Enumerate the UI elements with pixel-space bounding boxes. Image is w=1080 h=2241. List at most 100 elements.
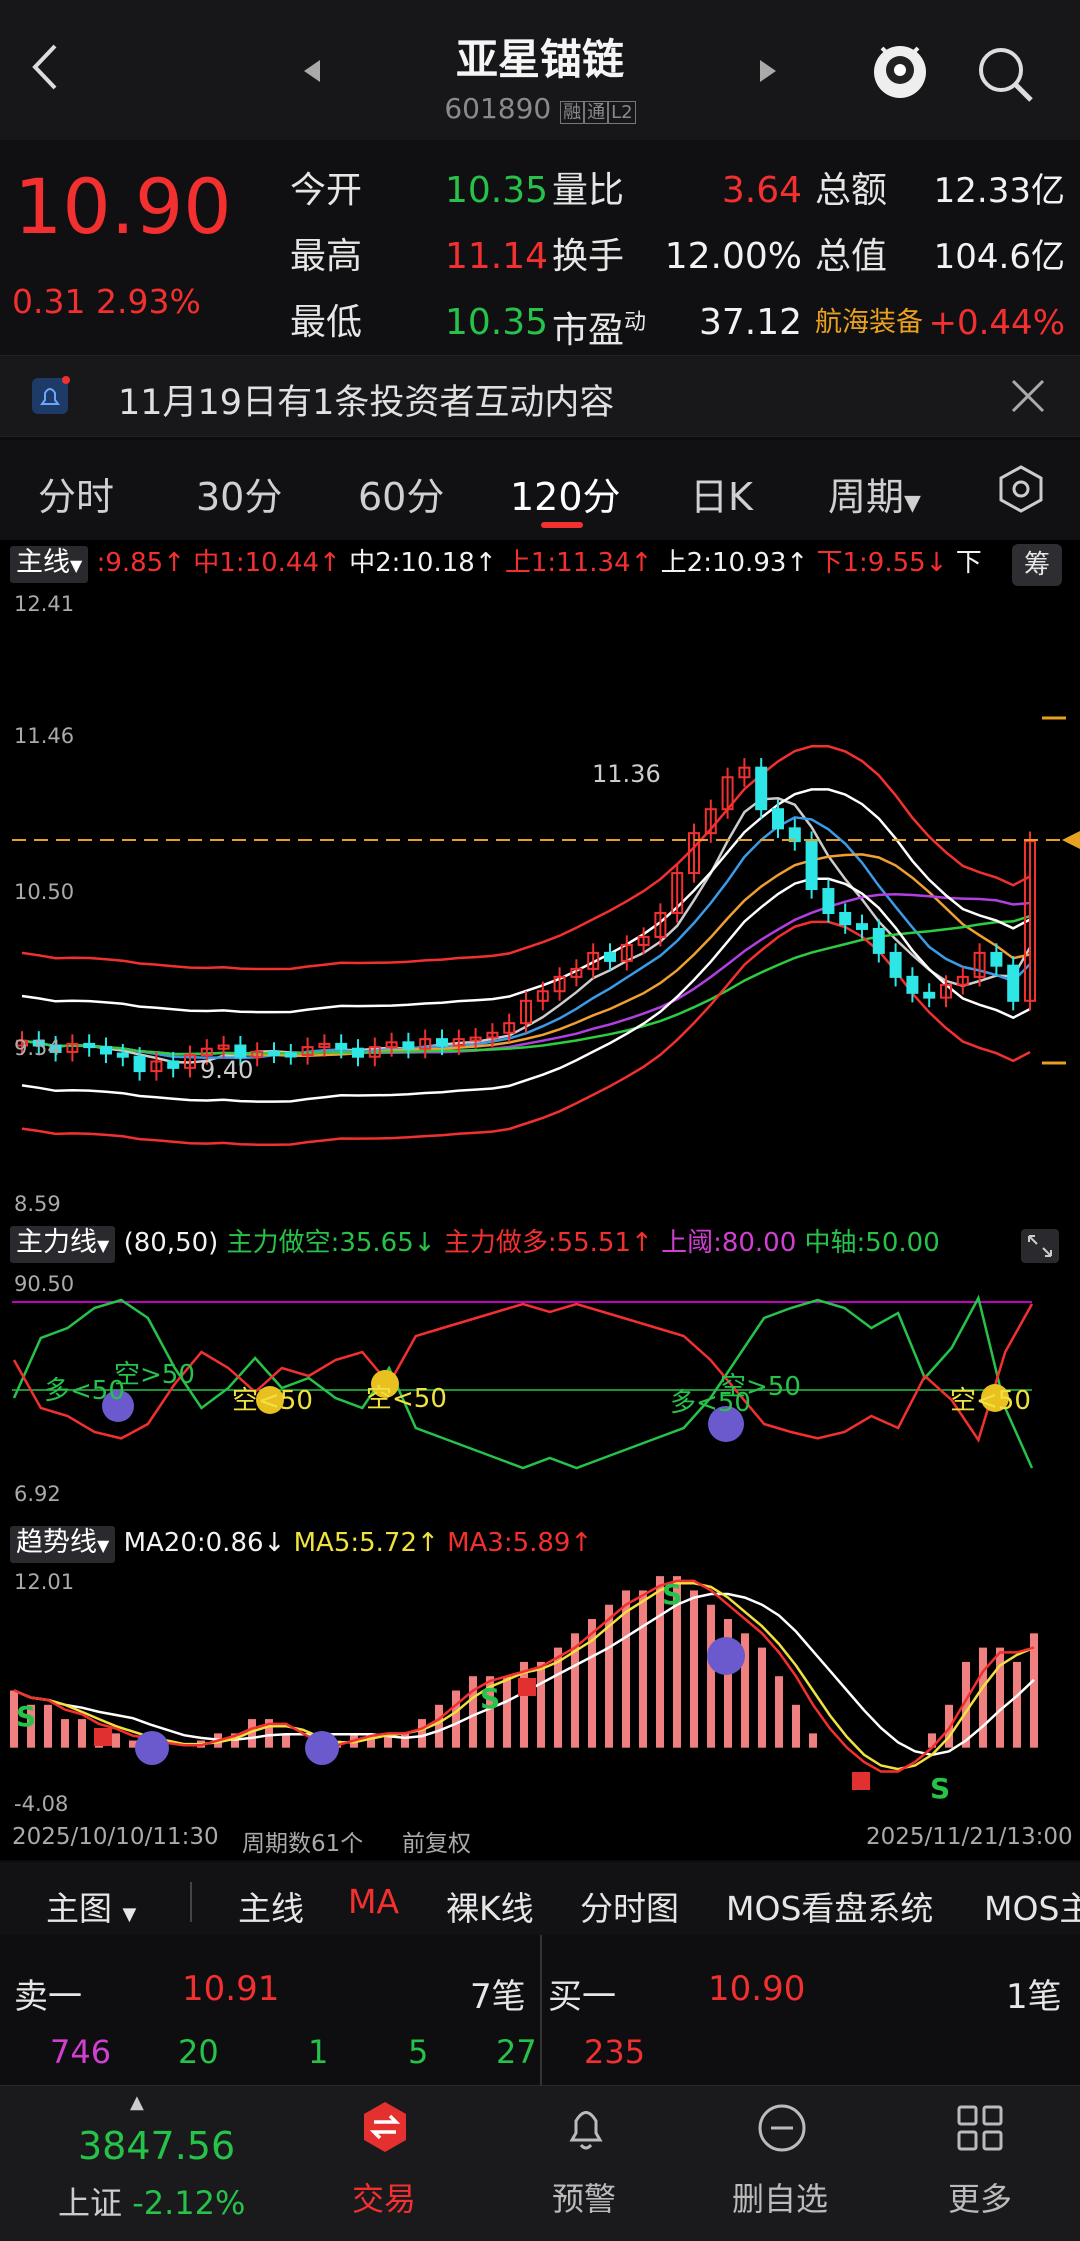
main-indicator-label: 主线 (16, 547, 70, 578)
search-icon[interactable] (975, 44, 1035, 104)
sub2-chart[interactable]: S S S S (0, 1566, 1080, 1816)
tab-daily[interactable]: 日K (690, 466, 753, 521)
sub2-indicator-button[interactable]: 趋势线▼ (10, 1526, 116, 1563)
main-indicator-button[interactable]: 主线▼ (10, 546, 89, 583)
main-y-3: 10.50 (14, 880, 75, 904)
index-value[interactable]: 3847.56 (78, 2124, 235, 2168)
toolbar-naked-k[interactable]: 裸K线 (446, 1882, 534, 1930)
index-info[interactable]: 上证 -2.12% (58, 2178, 245, 2224)
trend-bar (639, 1590, 647, 1748)
trend-bar (537, 1661, 545, 1748)
buy1-label: 买一 (548, 1977, 616, 2017)
next-stock-icon[interactable] (758, 58, 780, 84)
toolbar-mos-main[interactable]: MOS主 (984, 1882, 1080, 1930)
stat-values-col2: 3.64 12.00% 37.12 (650, 158, 802, 356)
candle-body (923, 991, 936, 999)
candle-body (604, 951, 616, 962)
trend-bar (61, 1719, 69, 1748)
trade-icon[interactable] (360, 2100, 410, 2154)
chart-start-time: 2025/10/10/11:30 (12, 1824, 219, 1850)
announcement-text[interactable]: 11月19日有1条投资者互动内容 (118, 374, 614, 425)
value-open: 10.35 (445, 170, 549, 211)
settings-hex-icon[interactable] (996, 464, 1046, 514)
close-icon[interactable] (1010, 378, 1046, 414)
buy1-count: 1笔 (1006, 1977, 1062, 2017)
toolbar-mainline[interactable]: 主线 (238, 1882, 304, 1930)
header-bar: 亚星锚链 601890 融通 L2 (0, 0, 1080, 140)
buy1-price: 10.90 (708, 1969, 806, 2009)
chart-end-time: 2025/11/21/13:00 (866, 1824, 1073, 1850)
adjust-mode[interactable]: 前复权 (402, 1824, 471, 1858)
label-low: 最低 (290, 302, 363, 343)
candle-body (839, 911, 852, 926)
label-turnover: 换手 (552, 236, 625, 277)
main-kline-chart[interactable] (0, 590, 1080, 1220)
candle-body (772, 808, 784, 830)
toolbar-divider (190, 1882, 192, 1922)
main-ind-value-up1: 上1:11.34↑ (504, 548, 653, 578)
trend-bar (401, 1733, 409, 1748)
main-y-2: 11.46 (14, 724, 75, 748)
main-y-4: 9.54 (14, 1036, 61, 1060)
bell-icon[interactable] (562, 2100, 610, 2154)
sub2-indicator-label: 趋势线 (16, 1527, 97, 1558)
sub2-ma3: MA3:5.89↑ (447, 1528, 593, 1558)
candle-body (1007, 964, 1020, 1002)
quote-panel: 10.90 0.31 2.93% 今开 最高 最低 10.35 11.14 10… (0, 140, 1080, 355)
index-change: -2.12% (132, 2184, 246, 2222)
sub2-y-bottom: -4.08 (14, 1792, 69, 1816)
tab-period-label: 周期 (828, 475, 905, 519)
buy-qty-1: 235 (584, 2033, 646, 2071)
nav-remove-watchlist[interactable]: 删自选 (732, 2174, 828, 2220)
value-market-cap: 104.6亿 (933, 237, 1065, 277)
main-chart-button[interactable]: 主图 ▼ (46, 1882, 136, 1930)
expand-icon[interactable] (1020, 1228, 1060, 1264)
signal-b-icon (518, 1678, 536, 1696)
candle-body (889, 951, 902, 978)
stat-labels-col1: 今开 最高 最低 (290, 158, 362, 356)
chevron-down-icon: ▼ (122, 1904, 137, 1925)
nav-more[interactable]: 更多 (948, 2174, 1012, 2220)
candle-body (335, 1042, 348, 1050)
trend-bar (707, 1604, 715, 1748)
candle-body (352, 1047, 364, 1058)
trend-bar (503, 1676, 511, 1748)
value-volume-ratio: 3.64 (721, 170, 802, 211)
label-open: 今开 (290, 170, 363, 211)
signal-s-icon: S (480, 1682, 500, 1715)
tab-120min[interactable]: 120分 (510, 466, 621, 521)
sub1-indicator-button[interactable]: 主力线▼ (10, 1226, 116, 1263)
tab-60min[interactable]: 60分 (358, 466, 444, 521)
candle-body (100, 1046, 112, 1055)
nav-alert[interactable]: 预警 (552, 2174, 616, 2220)
tab-intraday[interactable]: 分时 (38, 466, 114, 521)
sector-change[interactable]: +0.44% (880, 290, 1066, 356)
mascot-icon[interactable] (870, 36, 930, 106)
main-ind-value-mid1: 中1:10.44↑ (193, 548, 341, 578)
sell-qty-5: 27 (496, 2033, 537, 2071)
toolbar-mos-system[interactable]: MOS看盘系统 (726, 1882, 933, 1930)
candle-body (805, 840, 818, 891)
chip-button[interactable]: 筹 (1012, 544, 1062, 586)
main-ind-value-low1: 下1:9.55↓ (816, 548, 948, 578)
announcement-bar[interactable]: 11月19日有1条投资者互动内容 (0, 355, 1080, 437)
candle-body (133, 1055, 146, 1073)
sub1-tag-7: 空<50 (950, 1386, 1031, 1416)
main-indicator-legend: 主线▼ :9.85↑ 中1:10.44↑ 中2:10.18↑ 上1:11.34↑… (10, 546, 1072, 583)
tab-30min[interactable]: 30分 (196, 466, 282, 521)
toolbar-intraday-chart[interactable]: 分时图 (580, 1882, 679, 1930)
nav-trade[interactable]: 交易 (352, 2174, 416, 2220)
index-name: 上证 (58, 2184, 123, 2222)
signal-s-icon: S (930, 1772, 950, 1805)
trend-bar (44, 1704, 52, 1748)
remove-watchlist-icon[interactable] (756, 2102, 808, 2154)
tab-period[interactable]: 周期▼ (828, 466, 921, 521)
grid-more-icon[interactable] (956, 2104, 1004, 2152)
bottom-nav: ▲ 3847.56 上证 -2.12% 交易 预警 删自选 更多 (0, 2085, 1080, 2241)
toolbar-ma[interactable]: MA (348, 1882, 399, 1921)
tab-active-indicator (541, 522, 583, 528)
candle-body (856, 923, 868, 930)
value-amount: 12.33亿 (933, 171, 1065, 211)
sub1-mid: 中轴:50.00 (804, 1228, 940, 1258)
orderbook-divider (540, 1935, 542, 2085)
